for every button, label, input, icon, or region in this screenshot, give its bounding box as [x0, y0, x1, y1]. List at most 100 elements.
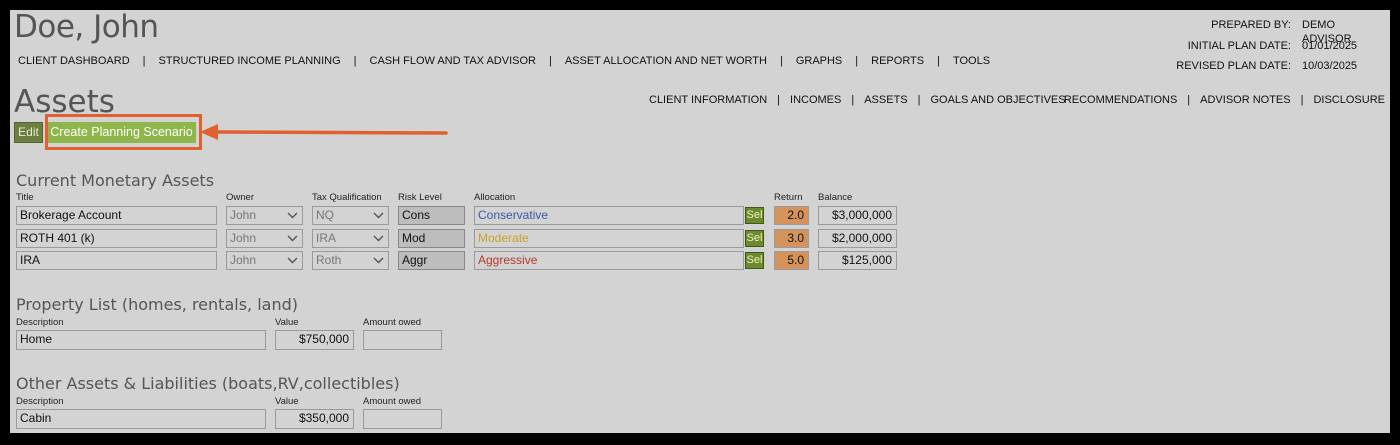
plan-info-label: REVISED PLAN DATE:: [1176, 60, 1291, 72]
balance-field[interactable]: $3,000,000: [818, 206, 897, 225]
asset-title-field[interactable]: Brokerage Account: [16, 206, 217, 225]
owner-value: John: [230, 253, 257, 267]
property-value-field[interactable]: $750,000: [275, 330, 354, 350]
app-frame: Doe, John PREPARED BY: DEMO ADVISOR INIT…: [10, 10, 1390, 433]
property-amount-owed-field[interactable]: [363, 330, 442, 350]
subnav-assets[interactable]: ASSETS: [864, 94, 907, 106]
owner-select[interactable]: John: [226, 206, 303, 225]
col-header-value: Value: [275, 317, 299, 328]
nav-structured-income-planning[interactable]: STRUCTURED INCOME PLANNING: [159, 55, 349, 67]
chevron-down-icon: [373, 212, 384, 219]
return-field[interactable]: 3.0: [774, 229, 809, 248]
allocation-select-button[interactable]: Sel: [745, 252, 764, 269]
nav-separator: |: [937, 55, 940, 67]
owner-select[interactable]: John: [226, 229, 303, 248]
nav-cash-flow-and-tax-advisor[interactable]: CASH FLOW AND TAX ADVISOR: [370, 55, 544, 67]
annotation-highlight-box: [45, 114, 202, 150]
col-header-description: Description: [16, 396, 64, 407]
asset-title-field[interactable]: ROTH 401 (k): [16, 229, 217, 248]
risk-level-field: Aggr: [398, 251, 465, 270]
nav-separator: |: [142, 55, 146, 67]
col-header-risk-level: Risk Level: [398, 192, 442, 203]
col-header-value: Value: [275, 396, 299, 407]
chevron-down-icon: [287, 257, 298, 264]
col-header-owner: Owner: [226, 192, 254, 203]
risk-level-field: Mod: [398, 229, 465, 248]
nav-tools[interactable]: TOOLS: [953, 55, 998, 67]
allocation-field[interactable]: Aggressive: [474, 251, 744, 270]
allocation-field[interactable]: Moderate: [474, 229, 744, 248]
other-asset-description-field[interactable]: Cabin: [16, 409, 266, 429]
nav-reports[interactable]: REPORTS: [871, 55, 932, 67]
plan-info-value: 10/03/2025: [1302, 60, 1358, 72]
chevron-down-icon: [287, 235, 298, 242]
subnav-goals-and-objectives[interactable]: GOALS AND OBJECTIVES: [930, 94, 1065, 106]
subnav-incomes[interactable]: INCOMES: [790, 94, 841, 106]
allocation-select-button[interactable]: Sel: [745, 207, 764, 224]
col-header-balance: Balance: [818, 192, 853, 203]
subnav-client-information[interactable]: CLIENT INFORMATION: [649, 94, 767, 106]
annotation-arrow-icon: [200, 124, 448, 140]
col-header-description: Description: [16, 317, 64, 328]
allocation-field[interactable]: Conservative: [474, 206, 744, 225]
chevron-down-icon: [287, 212, 298, 219]
col-header-tax-qualification: Tax Qualification: [312, 192, 382, 203]
plan-info-value: 01/01/2025: [1302, 39, 1358, 52]
plan-info: PREPARED BY: DEMO ADVISOR INITIAL PLAN D…: [1091, 18, 1370, 80]
col-header-amount-owed: Amount owed: [363, 317, 422, 328]
col-header-title: Title: [16, 192, 34, 203]
subnav-separator: |: [851, 94, 855, 106]
tax-qualification-select[interactable]: NQ: [312, 206, 389, 225]
owner-value: John: [230, 231, 257, 245]
tax-qualification-select[interactable]: Roth: [312, 251, 389, 270]
tax-qualification-value: Roth: [316, 253, 342, 267]
nav-graphs[interactable]: GRAPHS: [796, 55, 850, 67]
chevron-down-icon: [373, 235, 384, 242]
nav-separator: |: [548, 55, 552, 67]
subnav-separator: |: [1187, 94, 1191, 106]
property-list-title: Property List (homes, rentals, land): [16, 295, 298, 314]
risk-level-field: Cons: [398, 206, 465, 225]
edit-button[interactable]: Edit: [14, 122, 43, 143]
plan-info-value: DEMO ADVISOR: [1302, 19, 1352, 45]
sub-nav-right: RECOMMENDATIONS | ADVISOR NOTES | DISCLOSU…: [1064, 94, 1385, 106]
nav-asset-allocation-and-net-worth[interactable]: ASSET ALLOCATION AND NET WORTH: [565, 55, 775, 67]
other-asset-value-field[interactable]: $350,000: [275, 409, 354, 429]
balance-field[interactable]: $2,000,000: [818, 229, 897, 248]
subnav-advisor-notes[interactable]: ADVISOR NOTES: [1200, 94, 1290, 106]
nav-separator: |: [779, 55, 783, 67]
owner-select[interactable]: John: [226, 251, 303, 270]
other-asset-amount-owed-field[interactable]: [363, 409, 442, 429]
col-header-amount-owed: Amount owed: [363, 396, 422, 407]
nav-separator: |: [353, 55, 357, 67]
return-field[interactable]: 2.0: [774, 206, 809, 225]
balance-field[interactable]: $125,000: [818, 251, 897, 270]
asset-title-field[interactable]: IRA: [16, 251, 217, 270]
plan-info-row: REVISED PLAN DATE: 10/03/2025: [1091, 59, 1370, 80]
allocation-select-button[interactable]: Sel: [745, 230, 764, 247]
owner-value: John: [230, 208, 257, 222]
col-header-return: Return: [774, 192, 803, 203]
chevron-down-icon: [373, 257, 384, 264]
plan-info-row: INITIAL PLAN DATE: 01/01/2025: [1091, 39, 1370, 60]
nav-separator: |: [855, 55, 859, 67]
other-assets-title: Other Assets & Liabilities (boats,RV,col…: [16, 374, 400, 393]
tax-qualification-select[interactable]: IRA: [312, 229, 389, 248]
sub-nav-left: CLIENT INFORMATION | INCOMES | ASSETS | GOA…: [649, 94, 1066, 106]
subnav-separator: |: [1300, 94, 1304, 106]
subnav-disclosure[interactable]: DISCLOSURE: [1313, 94, 1385, 106]
subnav-recommendations[interactable]: RECOMMENDATIONS: [1064, 94, 1177, 106]
subnav-separator: |: [777, 94, 781, 106]
col-header-allocation: Allocation: [474, 192, 516, 203]
return-field[interactable]: 5.0: [774, 251, 809, 270]
nav-client-dashboard[interactable]: CLIENT DASHBOARD: [18, 55, 138, 67]
monetary-assets-title: Current Monetary Assets: [16, 171, 215, 190]
client-name: Doe, John: [14, 10, 159, 45]
subnav-separator: |: [917, 94, 921, 106]
plan-info-label: INITIAL PLAN DATE:: [1187, 39, 1291, 52]
tax-qualification-value: NQ: [316, 208, 334, 222]
plan-info-row: PREPARED BY: DEMO ADVISOR: [1091, 18, 1370, 45]
property-description-field[interactable]: Home: [16, 330, 266, 350]
main-nav: CLIENT DASHBOARD | STRUCTURED INCOME PLAN…: [18, 55, 998, 67]
tax-qualification-value: IRA: [316, 231, 337, 245]
